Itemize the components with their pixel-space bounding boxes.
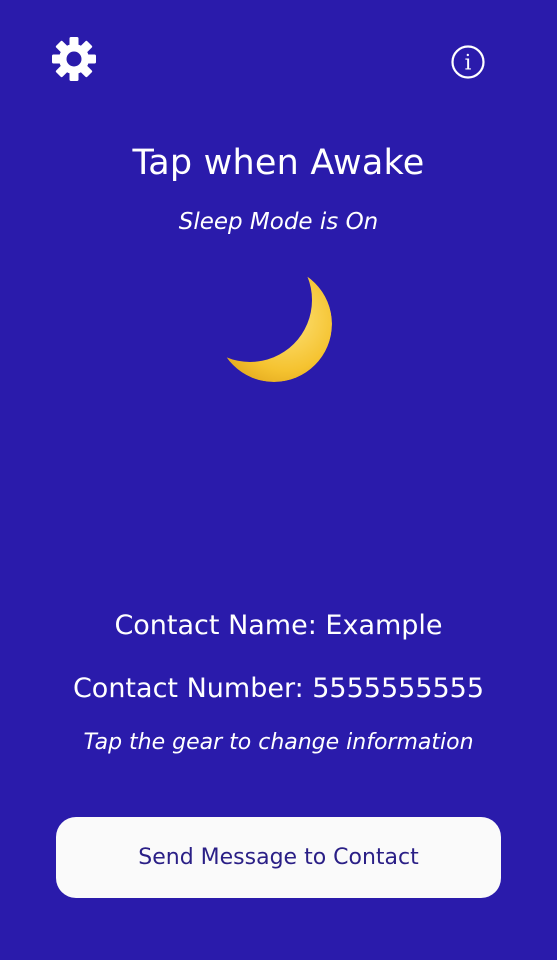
gear-icon[interactable] bbox=[50, 35, 98, 83]
send-message-button[interactable]: Send Message to Contact bbox=[56, 817, 501, 898]
info-icon[interactable]: i bbox=[450, 44, 486, 80]
info-glyph: i bbox=[465, 51, 472, 75]
contact-name: Contact Name: Example bbox=[114, 610, 443, 641]
sleep-mode-status: Sleep Mode is On bbox=[178, 209, 379, 235]
send-message-label: Send Message to Contact bbox=[138, 845, 419, 870]
page-title: Tap when Awake bbox=[132, 143, 425, 183]
sleep-mode-screen: i Tap when Awake Sleep Mode is On Contac… bbox=[0, 0, 557, 960]
crescent-moon-icon bbox=[216, 266, 332, 382]
contact-number: Contact Number: 5555555555 bbox=[72, 673, 485, 704]
settings-hint: Tap the gear to change information bbox=[83, 730, 474, 755]
